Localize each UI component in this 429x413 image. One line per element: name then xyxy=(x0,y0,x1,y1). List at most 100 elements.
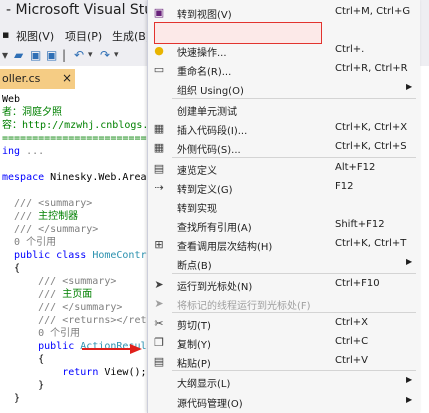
menu-item-label: 转到定义(G) xyxy=(177,185,233,196)
menu-item-label: 复制(Y) xyxy=(177,340,211,351)
peek-icon: ▤ xyxy=(153,162,165,175)
menu-item[interactable]: 断点(B) ▶ xyxy=(148,254,420,273)
code-token: /// <summary> xyxy=(2,276,117,287)
menu-item[interactable]: ➤ 运行到光标处(N) Ctrl+F10 xyxy=(148,275,420,294)
menu-item[interactable]: ⇢ 转到定义(G) F12 xyxy=(148,178,420,197)
menu-item-shortcut: Ctrl+M, Ctrl+G xyxy=(335,6,411,17)
menu-item[interactable]: ❐ 复制(Y) Ctrl+C xyxy=(148,333,420,352)
surround-icon: ▦ xyxy=(153,141,165,154)
lightbulb-icon: ● xyxy=(154,44,164,57)
code-token: /// </summary> xyxy=(2,302,123,313)
highlight-box xyxy=(154,22,322,44)
menu-item[interactable]: 源代码管理(O) ▶ xyxy=(148,392,420,411)
menu-item-label: 快速操作... xyxy=(177,48,227,59)
submenu-arrow-icon: ▶ xyxy=(406,395,413,404)
open-folder-icon[interactable]: ▰ xyxy=(14,48,23,62)
annotation-arrow-icon xyxy=(82,344,142,354)
menu-item-label: 断点(B) xyxy=(177,261,212,272)
menu-item-shortcut: F12 xyxy=(335,181,354,192)
code-line: /// <summary> xyxy=(2,197,171,210)
menu-item-shortcut: Ctrl+K, Ctrl+T xyxy=(335,238,407,249)
copy-icon: ❐ xyxy=(154,336,164,349)
menu-item-shortcut: Ctrl+X xyxy=(335,317,369,328)
code-token: /// xyxy=(2,289,63,300)
code-line: return View(); xyxy=(2,366,171,379)
menu-item[interactable]: ✂ 剪切(T) Ctrl+X xyxy=(148,314,420,333)
menu-item[interactable]: 大纲显示(L) ▶ xyxy=(148,372,420,391)
code-line: mespace Ninesky.Web.Areas.M xyxy=(2,171,171,184)
code-token: ing xyxy=(2,146,27,157)
menu-build[interactable]: 生成(B) xyxy=(112,28,150,44)
menu-item-shortcut: Ctrl+R, Ctrl+R xyxy=(335,63,408,74)
menu-item-shortcut: Alt+F12 xyxy=(335,162,376,173)
menu-item-shortcut: Ctrl+. xyxy=(335,44,365,55)
goto-def-icon: ⇢ xyxy=(154,181,164,194)
cut-icon: ✂ xyxy=(154,317,164,330)
code-token: /// <summary> xyxy=(2,198,93,209)
code-token: ... xyxy=(26,146,45,157)
tab-close-icon[interactable]: × xyxy=(62,71,72,85)
tab-label: oller.cs xyxy=(2,72,41,85)
menu-item[interactable]: 查找所有引用(A) Shift+F12 xyxy=(148,216,420,235)
menu-item[interactable]: ▤ 粘贴(P) Ctrl+V xyxy=(148,352,420,371)
code-token: mespace xyxy=(2,172,51,183)
code-token: Web xyxy=(2,94,21,105)
code-line: /// <returns></return xyxy=(2,314,171,327)
redo-icon[interactable]: ↷ xyxy=(100,48,110,62)
menu-item-label: 组织 Using(O) xyxy=(177,86,244,97)
menu-item[interactable]: ▦ 插入代码段(I)... Ctrl+K, Ctrl+X xyxy=(148,119,420,138)
redo-dropdown-icon[interactable]: ▾ xyxy=(114,48,119,62)
code-token: 者：洞庭夕照 xyxy=(2,107,62,118)
menu-item[interactable]: 转到实现 xyxy=(148,197,420,216)
menu-item[interactable]: ▣ 转到视图(V) Ctrl+M, Ctrl+G xyxy=(148,3,420,22)
menu-item-shortcut: Ctrl+F10 xyxy=(335,278,380,289)
code-token: 主页面 xyxy=(62,289,93,300)
separator-icon: | xyxy=(62,48,67,62)
menu-item[interactable]: 创建单元测试 xyxy=(148,100,420,119)
code-token: 0 个引用 xyxy=(2,237,57,248)
save-icon[interactable]: ▣ xyxy=(30,48,41,62)
code-token: } xyxy=(2,380,45,391)
save-all-icon[interactable]: ▣ xyxy=(46,48,57,62)
code-token: } xyxy=(2,393,21,404)
toolbar-dropdown-icon[interactable]: ▾ xyxy=(2,48,8,62)
submenu-arrow-icon: ▶ xyxy=(406,375,413,384)
menu-item[interactable]: ▭ 重命名(R)... Ctrl+R, Ctrl+R xyxy=(148,60,420,79)
code-token: public class xyxy=(2,250,93,261)
code-token: /// </summary> xyxy=(2,224,99,235)
submenu-arrow-icon: ▶ xyxy=(406,257,413,266)
menu-separator xyxy=(172,157,416,158)
menu-item[interactable]: 组织 Using(O) ▶ xyxy=(148,79,420,98)
run-to-cursor-icon: ➤ xyxy=(154,278,164,291)
menu-item[interactable]: ▦ 外侧代码(S)... Ctrl+K, Ctrl+S xyxy=(148,138,420,157)
menu-item-label: 剪切(T) xyxy=(177,321,211,332)
tab-controller-file[interactable]: oller.cs × xyxy=(0,69,75,89)
undo-icon[interactable]: ↶ xyxy=(74,48,84,62)
code-line: { xyxy=(2,262,171,275)
menu-project[interactable]: 项目(P) xyxy=(65,28,102,44)
menu-item-label: 大纲显示(L) xyxy=(177,379,231,390)
code-line: 0 个引用 xyxy=(2,327,171,340)
menu-item-label: 查看调用层次结构(H) xyxy=(177,242,273,253)
menu-item-shortcut: Ctrl+C xyxy=(335,336,369,347)
code-line: /// 主页面 xyxy=(2,288,171,301)
view-icon: ▣ xyxy=(153,6,165,19)
code-line: } xyxy=(2,379,171,392)
code-line: /// </summary> xyxy=(2,223,171,236)
thread-run-icon: ➤ xyxy=(154,297,164,310)
code-token: return xyxy=(62,367,105,378)
menu-item[interactable]: ⊞ 查看调用层次结构(H) Ctrl+K, Ctrl+T xyxy=(148,235,420,254)
undo-dropdown-icon[interactable]: ▾ xyxy=(88,48,93,62)
menu-view[interactable]: 视图(V) xyxy=(16,28,54,44)
code-line: /// 主控制器 xyxy=(2,210,171,223)
menu-item: ➤ 将标记的线程运行到光标处(F) xyxy=(148,294,420,313)
rename-icon: ▭ xyxy=(153,63,165,76)
menu-item[interactable]: ▤ 速览定义 Alt+F12 xyxy=(148,159,420,178)
menu-item-label: 查找所有引用(A) xyxy=(177,223,252,234)
code-token: 容：http://mzwhj.cnblogs.com xyxy=(2,120,167,131)
code-token: 0 个引用 xyxy=(2,328,81,339)
context-menu: ▣转到视图(V)Ctrl+M, Ctrl+G▤添加视图(D)...●快速操作..… xyxy=(147,0,420,413)
